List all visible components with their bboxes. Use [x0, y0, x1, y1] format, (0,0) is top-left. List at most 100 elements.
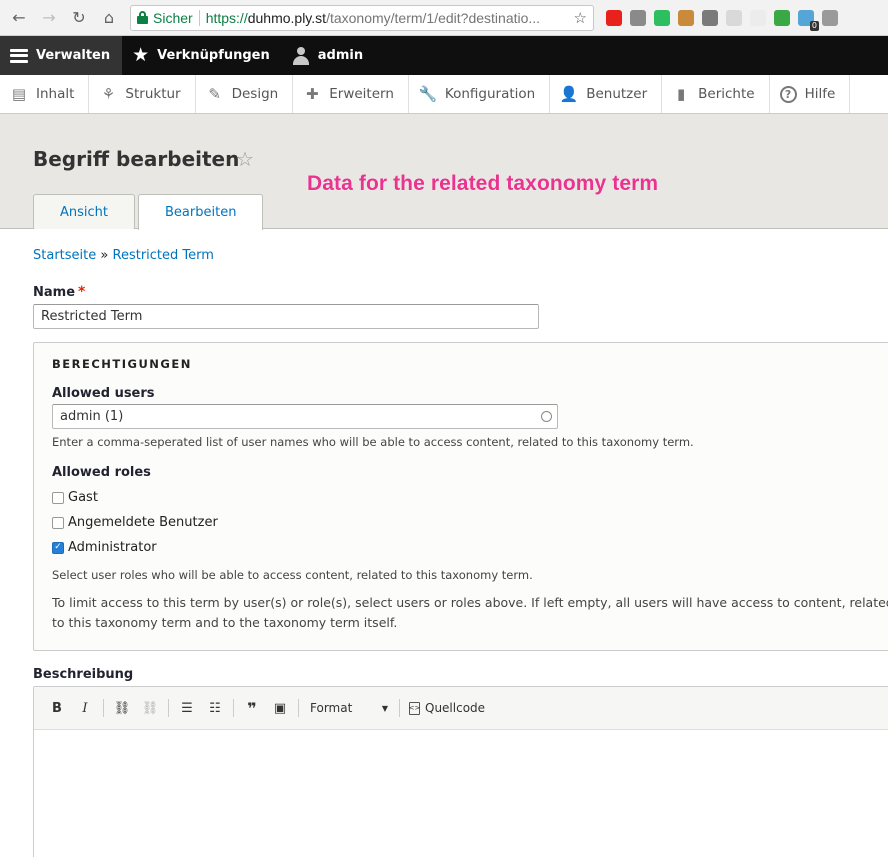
checkbox-icon[interactable] — [52, 516, 64, 529]
reload-icon[interactable]: ↻ — [68, 7, 90, 29]
browser-toolbar: ← → ↻ ⌂ Sicher https:// duhmo.ply.st /ta… — [0, 0, 888, 36]
bold-button[interactable]: B — [44, 697, 70, 719]
wrench-icon: 🔧 — [418, 85, 438, 103]
share-ext-icon[interactable] — [822, 9, 838, 26]
home-icon[interactable]: ⌂ — [98, 7, 120, 29]
user-label: admin — [317, 48, 364, 63]
tray-item-inhalt[interactable]: ▤ Inhalt — [0, 75, 90, 113]
name-input[interactable]: Restricted Term — [33, 304, 539, 329]
bulleted-list-icon[interactable]: ☰ — [174, 697, 200, 719]
lock-icon — [137, 11, 148, 24]
checkbox-icon[interactable] — [52, 491, 64, 504]
source-code-icon: <> — [409, 701, 420, 715]
tab-view[interactable]: Ansicht — [33, 194, 136, 229]
tray-item-label: Erweitern — [329, 86, 394, 102]
format-dropdown[interactable]: Format ▼ — [304, 697, 394, 719]
cookie-ext-icon[interactable] — [678, 9, 694, 26]
url-path: /taxonomy/term/1/edit?destinatio... — [326, 9, 541, 26]
menu-icon — [10, 48, 28, 63]
tray-item-label: Design — [231, 86, 279, 102]
permissions-note: To limit access to this term by user(s) … — [52, 595, 888, 630]
shortcut-star-icon[interactable]: ☆ — [236, 147, 254, 171]
chevron-down-icon: ▼ — [381, 703, 388, 713]
star-icon: ★ — [132, 44, 150, 66]
tray-item-benutzer[interactable]: 👤 Benutzer — [550, 75, 663, 113]
recycle-ext-icon[interactable] — [702, 9, 718, 26]
breadcrumb-current-link[interactable]: Restricted Term — [113, 248, 214, 263]
role-checkbox-row[interactable]: Gast — [52, 490, 98, 505]
tray-item-label: Hilfe — [804, 86, 836, 102]
role-checkbox-row[interactable]: ✓ Administrator — [52, 540, 157, 555]
role-label: Angemeldete Benutzer — [68, 515, 218, 530]
description-editor: B I ⛓ ⛓ ☰ ☷ ❞ ▣ Format ▼ <> Quellcode — [33, 686, 888, 857]
tray-item-label: Struktur — [125, 86, 181, 102]
page-header: Begriff bearbeiten ☆ Data for the relate… — [0, 114, 888, 230]
autocomplete-icon — [541, 411, 552, 422]
bookmark-star-icon[interactable]: ☆ — [574, 9, 587, 27]
badge-ext-icon[interactable]: 0 — [798, 9, 819, 31]
extension-badge: 0 — [809, 20, 819, 31]
back-icon[interactable]: ← — [8, 7, 30, 29]
image-icon[interactable]: ▣ — [267, 697, 293, 719]
italic-button[interactable]: I — [72, 697, 98, 719]
tray-item-label: Berichte — [698, 86, 755, 102]
blockquote-icon[interactable]: ❞ — [239, 697, 265, 719]
help-icon: ? — [779, 85, 797, 103]
evernote-ext-icon[interactable] — [654, 9, 670, 26]
role-label: Administrator — [68, 540, 157, 555]
required-marker: * — [78, 284, 86, 300]
url-host: duhmo.ply.st — [247, 9, 327, 26]
tray-item-konfiguration[interactable]: 🔧 Konfiguration — [409, 75, 551, 113]
numbered-list-icon[interactable]: ☷ — [202, 697, 228, 719]
manage-label: Verwalten — [36, 48, 111, 63]
source-label: Quellcode — [425, 701, 486, 715]
user-toggle[interactable]: admin — [282, 36, 375, 75]
opera-icon[interactable] — [606, 9, 622, 26]
sync-ext-icon[interactable] — [774, 9, 790, 26]
user-icon — [292, 46, 310, 65]
tab-edit[interactable]: Bearbeiten — [138, 194, 264, 230]
forward-icon[interactable]: → — [38, 7, 60, 29]
extension-icons: 0 — [606, 9, 838, 31]
breadcrumb: Startseite » Restricted Term — [33, 248, 214, 263]
role-label: Gast — [68, 490, 98, 505]
tray-item-struktur[interactable]: ⚘ Struktur — [89, 75, 196, 113]
design-icon: ✎ — [208, 85, 221, 103]
permissions-legend: BERECHTIGUNGEN — [52, 357, 192, 371]
shortcuts-toggle[interactable]: ★ Verknüpfungen — [122, 36, 282, 75]
manage-toggle[interactable]: Verwalten — [0, 36, 123, 75]
admin-toolbar: Verwalten ★ Verknüpfungen admin — [0, 36, 888, 75]
description-label: Beschreibung — [33, 667, 134, 682]
shortcuts-label: Verknüpfungen — [157, 48, 270, 63]
reports-icon: ▮ — [676, 85, 686, 103]
source-button[interactable]: <> Quellcode — [405, 701, 489, 715]
annotation-text: Data for the related taxonomy term — [307, 172, 659, 195]
feather-ext-icon[interactable] — [726, 9, 742, 26]
allowed-roles-description: Select user roles who will be able to ac… — [52, 568, 533, 582]
format-label: Format — [310, 701, 353, 715]
link-icon[interactable]: ⛓ — [109, 697, 135, 719]
settings-ext-icon[interactable] — [630, 9, 646, 26]
tray-item-label: Inhalt — [36, 86, 75, 102]
permissions-fieldset: BERECHTIGUNGEN Allowed users admin (1) E… — [33, 342, 888, 651]
tray-item-hilfe[interactable]: ? Hilfe — [770, 75, 851, 113]
secure-label: Sicher — [153, 9, 193, 26]
page-title: Begriff bearbeiten — [33, 147, 240, 171]
allowed-users-input[interactable]: admin (1) — [52, 404, 558, 429]
tray-item-label: Konfiguration — [444, 86, 536, 102]
allowed-users-description: Enter a comma-seperated list of user nam… — [52, 435, 694, 449]
tray-item-erweitern[interactable]: ✚ Erweitern — [293, 75, 409, 113]
breadcrumb-home-link[interactable]: Startseite — [33, 248, 96, 263]
tray-item-design[interactable]: ✎ Design — [196, 75, 294, 113]
blank-ext-icon[interactable] — [750, 9, 766, 26]
unlink-icon[interactable]: ⛓ — [137, 697, 163, 719]
url-scheme: https:// — [205, 9, 248, 26]
role-checkbox-row[interactable]: Angemeldete Benutzer — [52, 515, 218, 530]
allowed-roles-label: Allowed roles — [52, 465, 151, 480]
admin-menu-tray: ▤ Inhalt ⚘ Struktur ✎ Design ✚ Erweitern 🔧 Konfig… — [0, 75, 888, 114]
checkbox-checked-icon[interactable]: ✓ — [52, 541, 64, 554]
tray-item-berichte[interactable]: ▮ Berichte — [662, 75, 770, 113]
people-icon: 👤 — [559, 85, 579, 103]
address-bar[interactable]: Sicher https:// duhmo.ply.st /taxonomy/t… — [130, 4, 594, 31]
extend-icon: ✚ — [305, 85, 319, 103]
